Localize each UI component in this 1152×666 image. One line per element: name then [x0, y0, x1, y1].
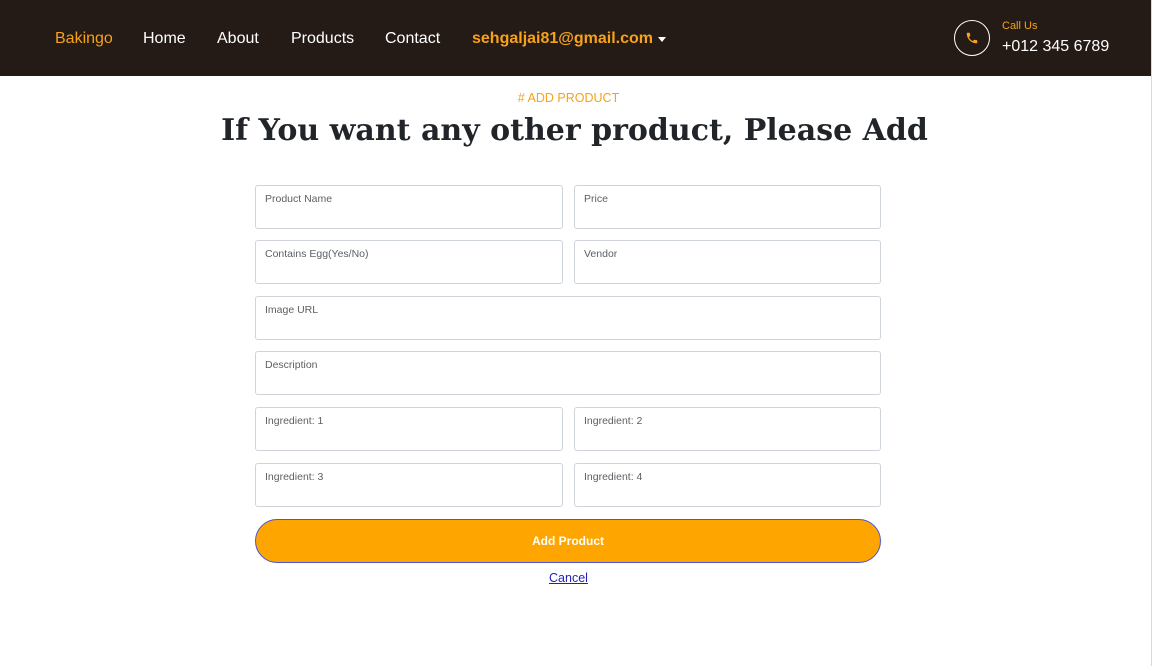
nav-contact[interactable]: Contact	[385, 29, 440, 49]
cancel-link[interactable]: Cancel	[0, 571, 1137, 586]
image-url-input[interactable]	[256, 297, 880, 339]
product-name-field[interactable]: Product Name	[255, 185, 563, 229]
add-product-button[interactable]: Add Product	[255, 519, 881, 563]
navbar: Bakingo Home About Products Contact sehg…	[0, 0, 1151, 76]
ingredient-1-input[interactable]	[256, 408, 562, 450]
section-tag: # ADD PRODUCT	[517, 91, 620, 105]
description-input[interactable]	[256, 352, 880, 394]
description-field[interactable]: Description	[255, 351, 881, 395]
ingredient-3-field[interactable]: Ingredient: 3	[255, 463, 563, 507]
image-url-field[interactable]: Image URL	[255, 296, 881, 340]
chevron-down-icon	[658, 36, 667, 42]
product-name-input[interactable]	[256, 186, 562, 228]
contains-egg-field[interactable]: Contains Egg(Yes/No)	[255, 240, 563, 284]
ingredient-3-input[interactable]	[256, 464, 562, 506]
phone-glyph	[966, 32, 978, 44]
price-field[interactable]: Price	[574, 185, 881, 229]
nav-about[interactable]: About	[217, 29, 259, 49]
phone-icon	[954, 20, 990, 56]
ingredient-4-input[interactable]	[575, 464, 880, 506]
account-dropdown[interactable]: sehgaljai81@gmail.com	[472, 29, 667, 49]
ingredient-2-input[interactable]	[575, 408, 880, 450]
page-title: If You want any other product, Please Ad…	[221, 113, 928, 148]
vendor-input[interactable]	[575, 241, 880, 283]
price-input[interactable]	[575, 186, 880, 228]
brand-link[interactable]: Bakingo	[55, 29, 113, 49]
contains-egg-input[interactable]	[256, 241, 562, 283]
ingredient-1-field[interactable]: Ingredient: 1	[255, 407, 563, 451]
call-us-label: Call Us	[1002, 20, 1038, 32]
ingredient-2-field[interactable]: Ingredient: 2	[574, 407, 881, 451]
vendor-field[interactable]: Vendor	[574, 240, 881, 284]
call-number: +012 345 6789	[1002, 38, 1110, 55]
account-email: sehgaljai81@gmail.com	[472, 30, 654, 47]
ingredient-4-field[interactable]: Ingredient: 4	[574, 463, 881, 507]
nav-products[interactable]: Products	[291, 29, 354, 49]
nav-home[interactable]: Home	[143, 29, 186, 49]
